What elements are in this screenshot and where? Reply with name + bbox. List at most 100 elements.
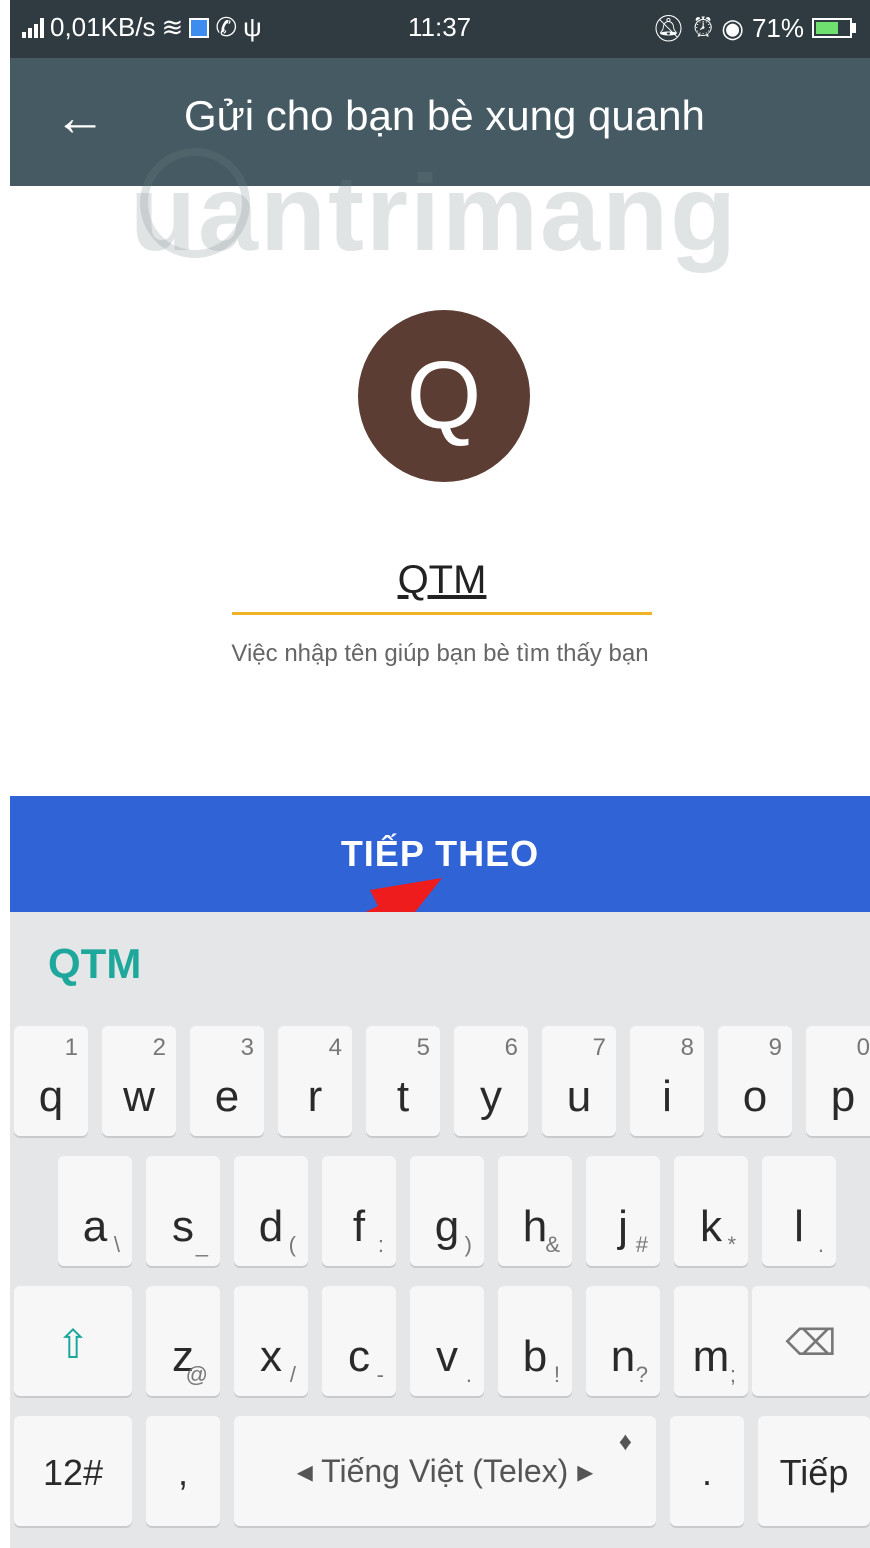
- name-hint-text: Việc nhập tên giúp bạn bè tìm thấy bạn: [231, 640, 649, 667]
- shift-key[interactable]: ⇧: [14, 1286, 132, 1396]
- key-label: z: [172, 1332, 194, 1381]
- key-t[interactable]: t5: [366, 1026, 440, 1136]
- key-label: h: [522, 1202, 548, 1251]
- battery-percent: 71%: [751, 12, 804, 43]
- status-bar: 0,01KB/s ≋ ✆ ψ 11:37 🔕︎ ⏰︎ ◉ 71%: [10, 0, 870, 58]
- key-label: e: [214, 1072, 240, 1121]
- wifi-icon: ≋: [161, 12, 184, 42]
- key-hint: 4: [328, 1034, 342, 1061]
- key-p[interactable]: p0: [806, 1026, 870, 1136]
- key-h[interactable]: h &: [498, 1156, 572, 1266]
- key-hint: .: [465, 1362, 472, 1387]
- key-x[interactable]: x /: [234, 1286, 308, 1396]
- key-label: b: [522, 1332, 548, 1381]
- mute-icon: 🔕︎: [651, 12, 685, 43]
- key-s[interactable]: s _: [146, 1156, 220, 1266]
- keyboard: QTM q1w2e3r4t5y6u7i8o9p0 a \ s _ d(f: g) h & j # k…: [10, 912, 870, 1548]
- key-hint: *: [727, 1232, 736, 1257]
- key-label: k: [700, 1202, 722, 1251]
- key-m[interactable]: m;: [674, 1286, 748, 1396]
- key-f[interactable]: f:: [322, 1156, 396, 1266]
- key-label: q: [38, 1072, 64, 1121]
- name-input[interactable]: QTM: [232, 552, 652, 615]
- key-hint: \: [113, 1232, 120, 1257]
- key-label: d: [258, 1202, 284, 1251]
- key-label: o: [742, 1072, 768, 1121]
- signal-icon: [22, 17, 44, 38]
- key-label: i: [662, 1072, 672, 1121]
- key-o[interactable]: o9: [718, 1026, 792, 1136]
- key-k[interactable]: k *: [674, 1156, 748, 1266]
- eye-icon: ◉: [721, 12, 744, 43]
- key-c[interactable]: c-: [322, 1286, 396, 1396]
- key-u[interactable]: u7: [542, 1026, 616, 1136]
- key-z[interactable]: z @: [146, 1286, 220, 1396]
- key-label: m: [692, 1332, 730, 1381]
- key-y[interactable]: y6: [454, 1026, 528, 1136]
- usb-icon: ψ: [243, 12, 262, 42]
- key-a[interactable]: a \: [58, 1156, 132, 1266]
- enter-key[interactable]: Tiếp: [758, 1416, 870, 1526]
- comma-key[interactable]: ,: [146, 1416, 220, 1526]
- network-speed: 0,01KB/s: [50, 12, 156, 42]
- key-hint: 0: [856, 1034, 870, 1061]
- symbols-key[interactable]: 12#: [14, 1416, 132, 1526]
- key-hint: ?: [635, 1362, 648, 1387]
- space-key[interactable]: ◂ Tiếng Việt (Telex) ▸ ♦: [234, 1416, 656, 1526]
- comma-key-label: ,: [177, 1452, 188, 1493]
- enter-key-label: Tiếp: [779, 1452, 849, 1493]
- key-hint: .: [817, 1232, 824, 1257]
- key-hint: 3: [240, 1034, 254, 1061]
- period-key[interactable]: .: [670, 1416, 744, 1526]
- key-label: t: [396, 1072, 410, 1121]
- key-e[interactable]: e3: [190, 1026, 264, 1136]
- name-input-value: QTM: [397, 558, 487, 602]
- back-arrow-icon[interactable]: ←: [50, 88, 110, 148]
- key-label: x: [260, 1332, 282, 1381]
- key-label: n: [610, 1332, 636, 1381]
- key-hint: /: [289, 1362, 296, 1387]
- key-n[interactable]: n?: [586, 1286, 660, 1396]
- key-i[interactable]: i8: [630, 1026, 704, 1136]
- key-label: c: [348, 1332, 370, 1381]
- viber-icon: ✆: [215, 12, 238, 42]
- key-label: s: [172, 1202, 194, 1251]
- key-r[interactable]: r4: [278, 1026, 352, 1136]
- key-hint: 1: [64, 1034, 78, 1061]
- key-g[interactable]: g): [410, 1156, 484, 1266]
- key-hint: !: [553, 1362, 560, 1387]
- key-b[interactable]: b!: [498, 1286, 572, 1396]
- avatar[interactable]: Q: [358, 310, 530, 482]
- key-hint: #: [635, 1232, 648, 1257]
- backspace-key[interactable]: ⌫: [752, 1286, 870, 1396]
- suggestion-word[interactable]: QTM: [48, 940, 141, 988]
- battery-icon: [812, 18, 856, 38]
- key-v[interactable]: v.: [410, 1286, 484, 1396]
- key-j[interactable]: j #: [586, 1156, 660, 1266]
- avatar-letter: Q: [406, 342, 482, 449]
- shift-icon: ⇧: [56, 1323, 90, 1367]
- key-label: w: [123, 1072, 155, 1121]
- key-hint: &: [545, 1232, 560, 1257]
- key-label: u: [566, 1072, 592, 1121]
- backspace-icon: ⌫: [785, 1322, 837, 1363]
- key-hint: ;: [729, 1362, 736, 1387]
- key-l[interactable]: l.: [762, 1156, 836, 1266]
- key-hint: -: [376, 1362, 384, 1387]
- key-hint: 9: [768, 1034, 782, 1061]
- key-w[interactable]: w2: [102, 1026, 176, 1136]
- key-d[interactable]: d(: [234, 1156, 308, 1266]
- key-label: g: [434, 1202, 460, 1251]
- key-hint: 2: [152, 1034, 166, 1061]
- symbols-key-label: 12#: [42, 1452, 104, 1493]
- alarm-icon: ⏰︎: [692, 12, 714, 42]
- key-hint: :: [377, 1232, 384, 1257]
- space-key-label: ◂ Tiếng Việt (Telex) ▸: [296, 1453, 594, 1489]
- app-icon: [189, 17, 210, 38]
- microphone-icon: ♦: [618, 1426, 632, 1456]
- key-hint: 8: [680, 1034, 694, 1061]
- key-hint: @: [185, 1362, 208, 1387]
- key-hint: (: [288, 1232, 296, 1257]
- watermark-text: uantrimang: [130, 152, 739, 273]
- key-q[interactable]: q1: [14, 1026, 88, 1136]
